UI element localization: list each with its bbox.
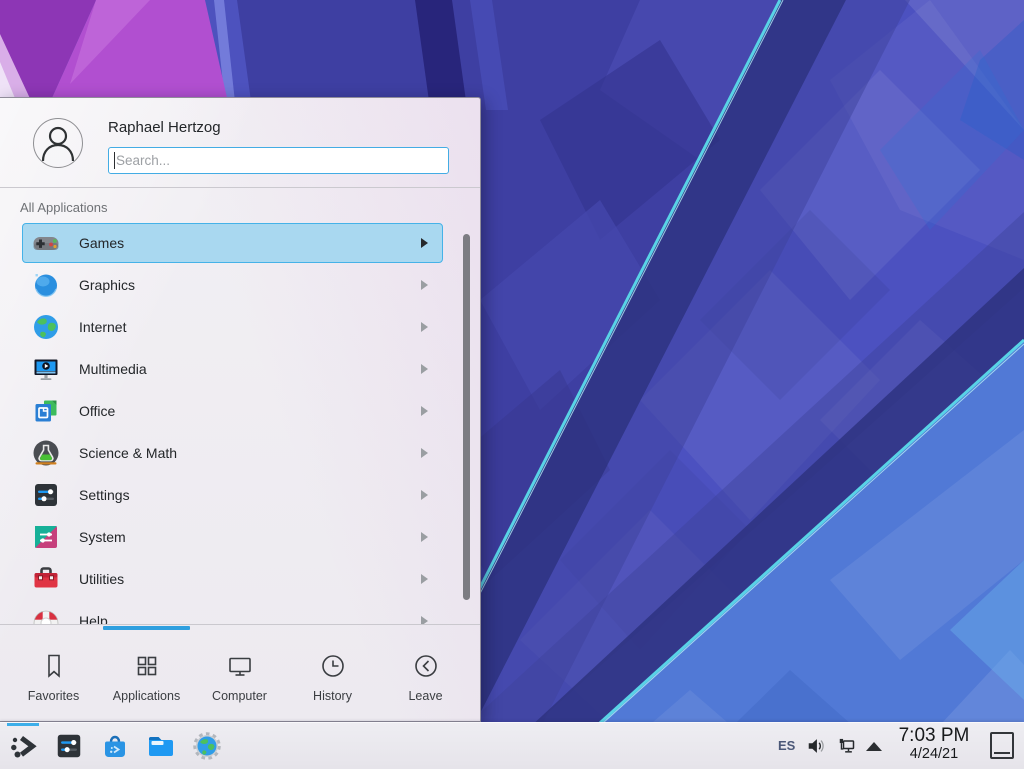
category-graphics[interactable]: Graphics <box>22 265 443 305</box>
globe-icon <box>30 311 62 343</box>
leave-circle-icon <box>411 651 441 681</box>
file-manager-launcher[interactable] <box>145 731 175 761</box>
folder-icon <box>145 731 175 761</box>
speaker-icon <box>806 736 826 756</box>
discover-launcher[interactable] <box>100 731 130 761</box>
launcher-active-indicator <box>7 723 39 726</box>
bookmark-icon <box>39 651 69 681</box>
sliders-dark-icon <box>30 479 62 511</box>
section-label: All Applications <box>20 200 107 215</box>
submenu-arrow-icon <box>421 532 428 542</box>
scrollbar-thumb[interactable] <box>463 234 470 600</box>
documents-icon <box>30 395 62 427</box>
category-multimedia[interactable]: Multimedia <box>22 349 443 389</box>
user-avatar[interactable] <box>33 118 83 168</box>
submenu-arrow-icon <box>421 280 428 290</box>
tab-leave[interactable]: Leave <box>379 625 472 722</box>
tab-computer[interactable]: Computer <box>193 625 286 722</box>
show-desktop-button[interactable] <box>990 732 1014 759</box>
search-field-wrap <box>108 147 449 174</box>
search-input[interactable] <box>108 147 449 174</box>
submenu-arrow-icon <box>421 238 428 248</box>
blue-sphere-icon <box>30 269 62 301</box>
category-office[interactable]: Office <box>22 391 443 431</box>
category-settings[interactable]: Settings <box>22 475 443 515</box>
category-internet[interactable]: Internet <box>22 307 443 347</box>
lifebuoy-icon <box>30 605 62 624</box>
app-launcher-button[interactable] <box>8 731 38 761</box>
application-launcher-menu: Raphael Hertzog All Applications Games <box>0 97 481 722</box>
monitor-icon <box>225 651 255 681</box>
taskbar: ES 7:03 PM 4/24/21 <box>0 722 1024 769</box>
submenu-arrow-icon <box>421 448 428 458</box>
submenu-arrow-icon <box>421 364 428 374</box>
tab-favorites[interactable]: Favorites <box>7 625 100 722</box>
user-name: Raphael Hertzog <box>108 119 221 136</box>
network-tray-icon[interactable] <box>836 736 856 756</box>
submenu-arrow-icon <box>421 406 428 416</box>
software-center-bag-icon <box>100 731 130 761</box>
keyboard-layout-indicator[interactable]: ES <box>778 738 795 753</box>
category-utilities[interactable]: Utilities <box>22 559 443 599</box>
clock-icon <box>318 651 348 681</box>
submenu-arrow-icon <box>421 616 428 624</box>
digital-clock[interactable]: 7:03 PM 4/24/21 <box>890 726 978 762</box>
category-help[interactable]: Help <box>22 601 443 624</box>
launcher-tabbar: Favorites Applications Computer History <box>0 624 480 722</box>
active-tab-indicator <box>103 626 190 630</box>
system-settings-icon <box>54 731 84 761</box>
flask-icon <box>30 437 62 469</box>
kde-launcher-icon <box>8 731 38 761</box>
person-icon <box>34 119 82 167</box>
monitor-play-icon <box>30 353 62 385</box>
submenu-arrow-icon <box>421 322 428 332</box>
expand-tray-arrow-icon[interactable] <box>866 742 882 751</box>
toolbox-icon <box>30 563 62 595</box>
globe-gear-icon <box>192 731 222 761</box>
launcher-header: Raphael Hertzog <box>0 98 480 188</box>
clock-date: 4/24/21 <box>890 747 978 763</box>
system-settings-launcher[interactable] <box>54 731 84 761</box>
volume-tray-icon[interactable] <box>806 736 826 756</box>
gamepad-icon <box>30 227 62 259</box>
wired-network-icon <box>836 736 856 756</box>
tab-history[interactable]: History <box>286 625 379 722</box>
category-list: Games Graphics Internet <box>0 221 480 624</box>
category-science-math[interactable]: Science & Math <box>22 433 443 473</box>
web-browser-launcher[interactable] <box>192 731 222 761</box>
clock-time: 7:03 PM <box>890 726 978 747</box>
sliders-gradient-icon <box>30 521 62 553</box>
category-games[interactable]: Games <box>22 223 443 263</box>
tab-applications[interactable]: Applications <box>100 625 193 722</box>
grid-icon <box>132 651 162 681</box>
submenu-arrow-icon <box>421 574 428 584</box>
submenu-arrow-icon <box>421 490 428 500</box>
category-system[interactable]: System <box>22 517 443 557</box>
text-cursor <box>114 152 115 169</box>
